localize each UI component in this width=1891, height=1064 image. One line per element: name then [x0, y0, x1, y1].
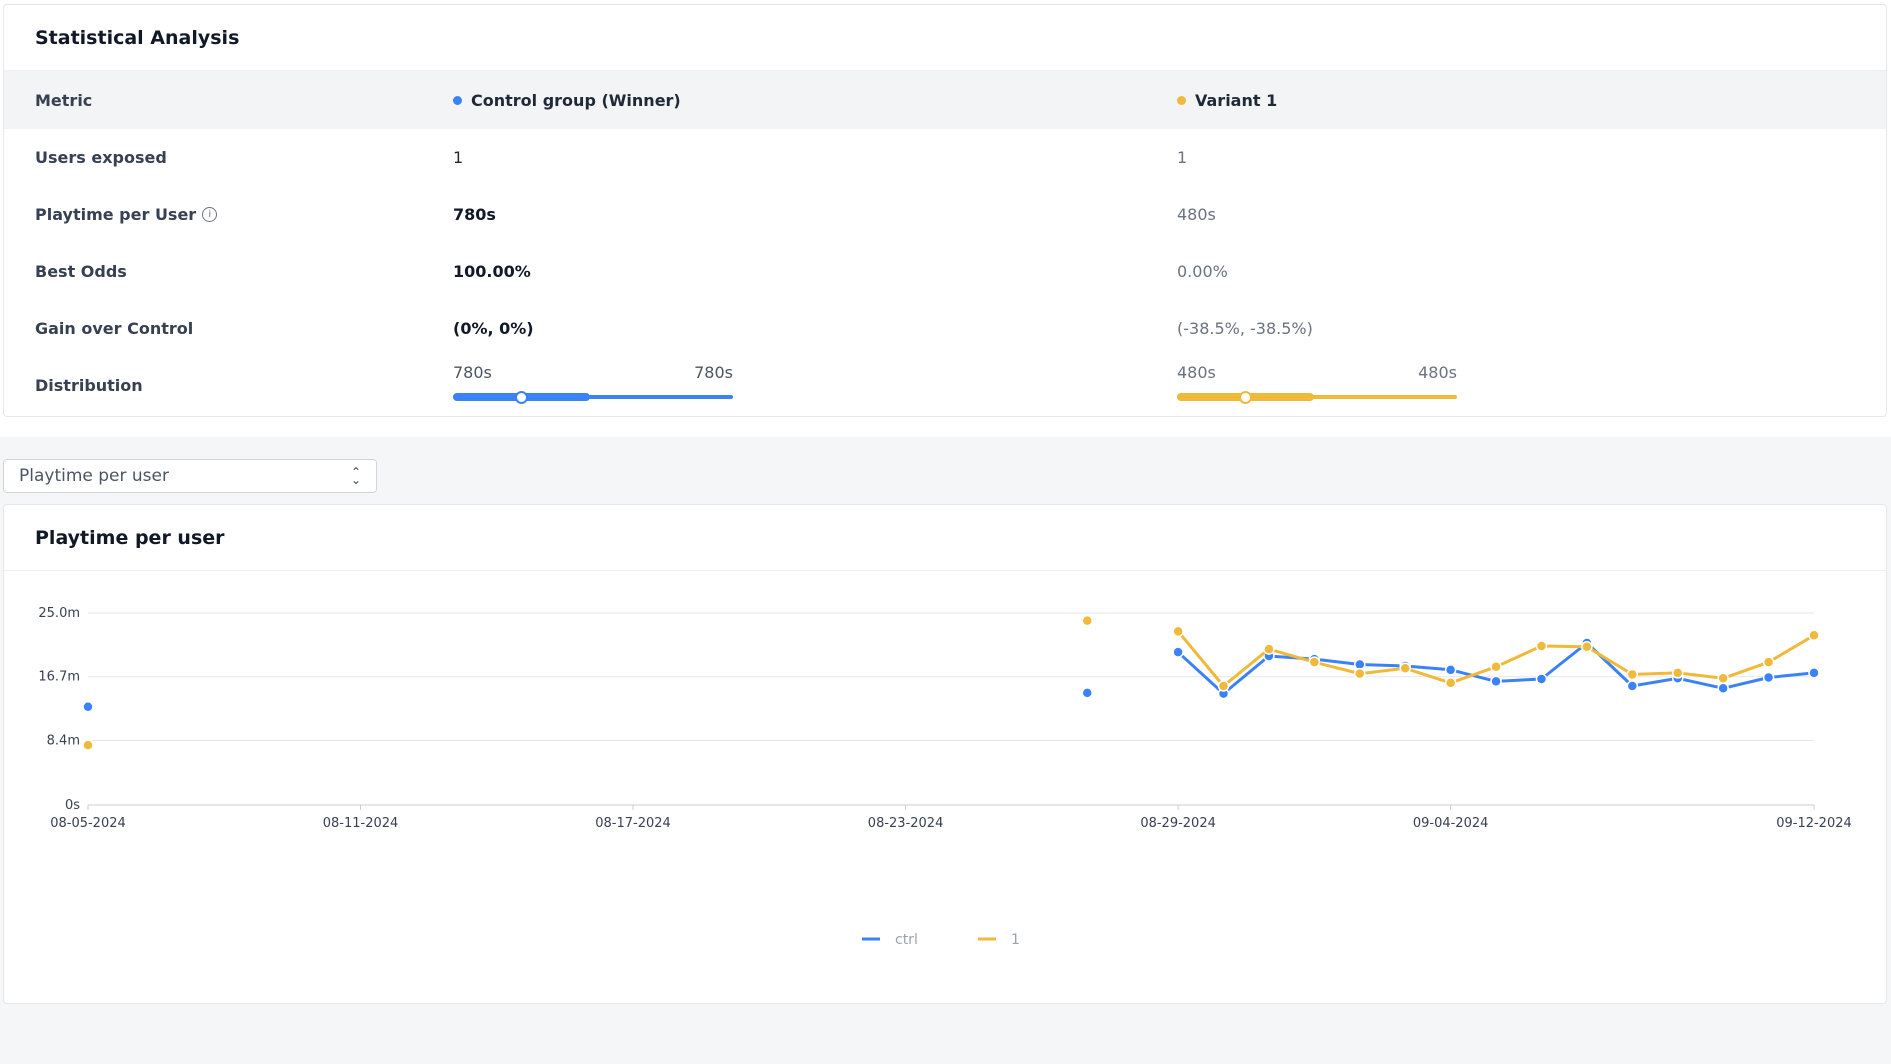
distribution-marker: [515, 391, 528, 404]
data-point-1: [1762, 656, 1775, 668]
distribution-high-label: 780s: [694, 363, 733, 382]
metric-select[interactable]: Playtime per user ⌃ ⌄: [3, 459, 377, 493]
info-icon[interactable]: i: [202, 207, 218, 222]
x-tick-label: 09-12-2024: [1776, 816, 1852, 831]
variant-value: 480s: [1177, 205, 1216, 224]
row-label: Distribution: [35, 376, 143, 395]
data-point-ctrl: [1808, 667, 1820, 679]
data-point-ctrl: [1081, 687, 1094, 699]
variant-value: (-38.5%, -38.5%): [1177, 319, 1313, 338]
data-point-1: [1671, 667, 1684, 679]
data-point-ctrl: [1172, 646, 1184, 658]
row-label: Users exposed: [35, 148, 167, 167]
variant-column-header: Variant 1: [1177, 71, 1277, 129]
variant-legend-dot: [1177, 95, 1186, 105]
data-point-1: [1717, 672, 1729, 685]
chevron-up-down-icon: ⌃ ⌄: [350, 465, 361, 487]
playtime-line-chart: 0s 8.4m 16.7m 25.0m 08-05-2024 08-11-2024 08-1…: [38, 606, 1852, 948]
variant-value: 1: [1177, 148, 1188, 167]
data-point-ctrl: [1717, 682, 1729, 695]
control-value: 780s: [453, 205, 496, 224]
control-distribution-bar: 780s 780s: [453, 363, 733, 411]
row-label: Playtime per User: [35, 205, 197, 224]
data-point-1: [1308, 656, 1321, 668]
distribution-low-label: 780s: [453, 363, 492, 382]
table-row-gain-over-control: Gain over Control (0%, 0%) (-38.5%, -38.…: [4, 300, 1886, 357]
table-row-users-exposed: Users exposed 1 1: [4, 129, 1886, 186]
data-point-ctrl: [1626, 680, 1639, 692]
legend-label: ctrl: [895, 932, 918, 948]
x-tick-label: 08-05-2024: [50, 816, 126, 831]
data-point-1: [1217, 680, 1230, 692]
data-point-1: [1581, 641, 1593, 653]
y-tick-label: 0s: [65, 798, 80, 813]
distribution-marker: [1239, 391, 1252, 404]
control-legend-dot: [453, 95, 462, 105]
data-point-ctrl: [1535, 673, 1548, 685]
data-point-ctrl: [1490, 675, 1502, 688]
x-tick-label: 08-11-2024: [323, 816, 399, 831]
control-value: 1: [453, 148, 464, 167]
x-tick-label: 08-17-2024: [595, 816, 671, 831]
y-tick-label: 25.0m: [38, 606, 80, 621]
table-header-row: Metric Control group (Winner) Variant 1: [4, 71, 1886, 129]
x-tick-label: 08-29-2024: [1140, 816, 1216, 831]
data-point-1: [1535, 640, 1548, 652]
data-point-1: [1399, 662, 1411, 675]
data-point-1: [1263, 643, 1275, 655]
y-tick-label: 16.7m: [38, 670, 80, 685]
data-point-1: [1172, 625, 1184, 638]
data-point-1: [1354, 667, 1366, 680]
statistical-analysis-card: Statistical Analysis Metric Control grou…: [3, 4, 1887, 417]
data-point-1: [1808, 629, 1820, 642]
table-row-distribution: Distribution 780s 780s 480s 480s: [4, 357, 1886, 414]
table-row-playtime: Playtime per User i 780s 480s: [4, 186, 1886, 243]
data-point-ctrl: [1444, 664, 1457, 676]
variant-value: 0.00%: [1177, 262, 1228, 281]
chart-title: Playtime per user: [4, 505, 1886, 571]
legend-label: 1: [1011, 932, 1020, 948]
data-point-1: [1490, 661, 1502, 673]
row-label: Gain over Control: [35, 319, 194, 338]
data-point-1: [82, 739, 94, 751]
table-row-best-odds: Best Odds 100.00% 0.00%: [4, 243, 1886, 300]
control-value: (0%, 0%): [453, 319, 534, 338]
data-point-ctrl: [82, 700, 94, 713]
x-tick-label: 08-23-2024: [868, 816, 944, 831]
data-point-1: [1444, 677, 1457, 689]
control-value: 100.00%: [453, 262, 531, 281]
data-point-ctrl: [1762, 671, 1775, 684]
metric-select-value: Playtime per user: [19, 466, 169, 486]
row-label-cell: Playtime per User i: [35, 186, 218, 243]
distribution-high-label: 480s: [1418, 363, 1457, 382]
distribution-low-label: 480s: [1177, 363, 1216, 382]
variant-distribution-bar: 480s 480s: [1177, 363, 1457, 411]
data-point-1: [1081, 614, 1094, 627]
data-point-1: [1626, 668, 1639, 681]
x-tick-label: 09-04-2024: [1413, 816, 1489, 831]
playtime-chart-card: Playtime per user 0s 8.4m 16.7m 25.0m 08-05-…: [3, 504, 1887, 1004]
control-column-label: Control group (Winner): [471, 90, 681, 110]
metric-column-header: Metric: [35, 90, 93, 110]
variant-column-label: Variant 1: [1195, 90, 1278, 110]
card-title: Statistical Analysis: [4, 5, 1886, 71]
y-tick-label: 8.4m: [47, 733, 80, 748]
control-column-header: Control group (Winner): [453, 71, 681, 129]
row-label: Best Odds: [35, 262, 127, 281]
